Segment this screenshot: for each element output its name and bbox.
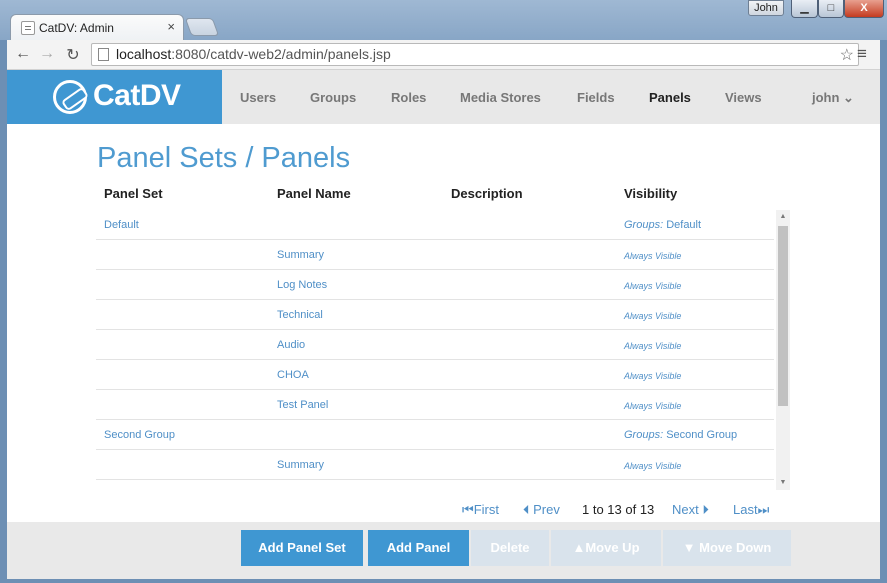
- forward-arrow-icon[interactable]: →: [37, 45, 57, 63]
- table-row[interactable]: Second Group Groups: Second Group: [96, 420, 774, 450]
- column-header-panel-name[interactable]: Panel Name: [277, 186, 351, 201]
- catdv-logo-icon: [53, 80, 87, 114]
- bookmark-star-icon[interactable]: ☆: [840, 45, 854, 65]
- panel-name-cell[interactable]: Technical: [277, 309, 323, 321]
- nav-views[interactable]: Views: [725, 90, 762, 105]
- maximize-button[interactable]: □: [818, 0, 844, 18]
- nav-roles[interactable]: Roles: [391, 90, 426, 105]
- table-row[interactable]: Log Notes Always Visible: [96, 270, 774, 300]
- table-row[interactable]: Default Groups: Default: [96, 210, 774, 240]
- visibility-value: Second Group: [663, 429, 738, 441]
- add-panel-set-button[interactable]: Add Panel Set: [241, 530, 363, 566]
- minimize-button[interactable]: ▁: [791, 0, 818, 18]
- visibility-cell: Always Visible: [624, 371, 682, 381]
- nav-media-stores[interactable]: Media Stores: [460, 90, 541, 105]
- column-header-description[interactable]: Description: [451, 186, 523, 201]
- visibility-cell: Groups: Default: [624, 219, 701, 231]
- visibility-cell: Always Visible: [624, 251, 682, 261]
- catdv-logo[interactable]: CatDV: [7, 70, 222, 124]
- panel-set-cell[interactable]: Second Group: [104, 429, 175, 441]
- visibility-cell: Always Visible: [624, 311, 682, 321]
- window-titlebar: CatDV: Admin × John ▁ □ X: [0, 0, 887, 41]
- nav-groups[interactable]: Groups: [310, 90, 356, 105]
- nav-panels[interactable]: Panels: [649, 90, 691, 105]
- scroll-thumb[interactable]: [778, 226, 788, 406]
- catdv-admin-app: CatDV Users Groups Roles Media Stores Fi…: [7, 70, 880, 579]
- delete-button[interactable]: Delete: [471, 530, 549, 566]
- panels-table: Default Groups: Default Summary Always V…: [96, 210, 774, 484]
- page-title: Panel Sets / Panels: [97, 142, 351, 174]
- move-down-button[interactable]: ▼ Move Down: [663, 530, 791, 566]
- back-arrow-icon[interactable]: ←: [13, 45, 33, 63]
- visibility-cell: Always Visible: [624, 281, 682, 291]
- page-icon: [98, 48, 109, 61]
- pager-count: 1 to 13 of 13: [582, 502, 655, 517]
- address-bar[interactable]: localhost:8080/catdv-web2/admin/panels.j…: [91, 43, 859, 66]
- visibility-value: Default: [663, 219, 702, 231]
- panel-name-cell[interactable]: Summary: [277, 249, 324, 261]
- add-panel-button[interactable]: Add Panel: [368, 530, 469, 566]
- reload-icon[interactable]: ↻: [63, 45, 83, 65]
- tab-title: CatDV: Admin: [39, 21, 114, 35]
- close-window-button[interactable]: X: [844, 0, 884, 18]
- column-header-panel-set[interactable]: Panel Set: [104, 186, 163, 201]
- pager-first-link[interactable]: ⏮First: [462, 502, 499, 518]
- user-menu[interactable]: john ⌄: [812, 90, 854, 106]
- panel-name-cell[interactable]: Log Notes: [277, 279, 327, 291]
- visibility-cell: Groups: Second Group: [624, 429, 737, 441]
- logo-text: CatDV: [93, 79, 181, 112]
- url-host: localhost: [116, 46, 172, 62]
- table-row[interactable]: Test Panel Always Visible: [96, 390, 774, 420]
- pager-last-link[interactable]: Last⏭: [733, 502, 769, 518]
- pager-next-link[interactable]: Next ⏵: [672, 502, 709, 518]
- table-scrollbar[interactable]: ▲ ▼: [776, 210, 790, 490]
- browser-toolbar: ← → ↻ localhost:8080/catdv-web2/admin/pa…: [7, 40, 880, 70]
- panel-name-cell[interactable]: Audio: [277, 339, 305, 351]
- nav-users[interactable]: Users: [240, 90, 276, 105]
- table-row[interactable]: Audio Always Visible: [96, 330, 774, 360]
- visibility-prefix: Groups:: [624, 219, 664, 231]
- column-header-visibility[interactable]: Visibility: [624, 186, 677, 201]
- os-user-badge: John: [748, 0, 784, 16]
- app-header: CatDV Users Groups Roles Media Stores Fi…: [7, 70, 880, 124]
- scroll-up-arrow-icon[interactable]: ▲: [776, 210, 790, 224]
- scroll-down-arrow-icon[interactable]: ▼: [776, 476, 790, 490]
- visibility-prefix: Groups:: [624, 429, 664, 441]
- visibility-cell: Always Visible: [624, 401, 682, 411]
- table-row[interactable]: Summary Always Visible: [96, 240, 774, 270]
- nav-fields[interactable]: Fields: [577, 90, 615, 105]
- move-up-button[interactable]: ▲Move Up: [551, 530, 661, 566]
- table-row[interactable]: CHOA Always Visible: [96, 360, 774, 390]
- action-bar: Add Panel Set Add Panel Delete ▲Move Up …: [7, 522, 880, 579]
- page-favicon-icon: [21, 21, 35, 35]
- panel-name-cell[interactable]: Test Panel: [277, 399, 328, 411]
- browser-menu-icon[interactable]: ≡: [857, 44, 867, 64]
- table-row[interactable]: Summary Always Visible: [96, 450, 774, 480]
- panel-name-cell[interactable]: CHOA: [277, 369, 309, 381]
- panel-set-cell[interactable]: Default: [104, 219, 139, 231]
- tab-close-icon[interactable]: ×: [167, 19, 175, 34]
- new-tab-button[interactable]: [184, 18, 220, 36]
- table-row[interactable]: Technical Always Visible: [96, 300, 774, 330]
- pager-prev-link[interactable]: ⏴ Prev: [523, 502, 560, 518]
- browser-tab[interactable]: CatDV: Admin ×: [10, 14, 184, 41]
- url-path: :8080/catdv-web2/admin/panels.jsp: [171, 46, 391, 62]
- visibility-cell: Always Visible: [624, 461, 682, 471]
- visibility-cell: Always Visible: [624, 341, 682, 351]
- panel-name-cell[interactable]: Summary: [277, 459, 324, 471]
